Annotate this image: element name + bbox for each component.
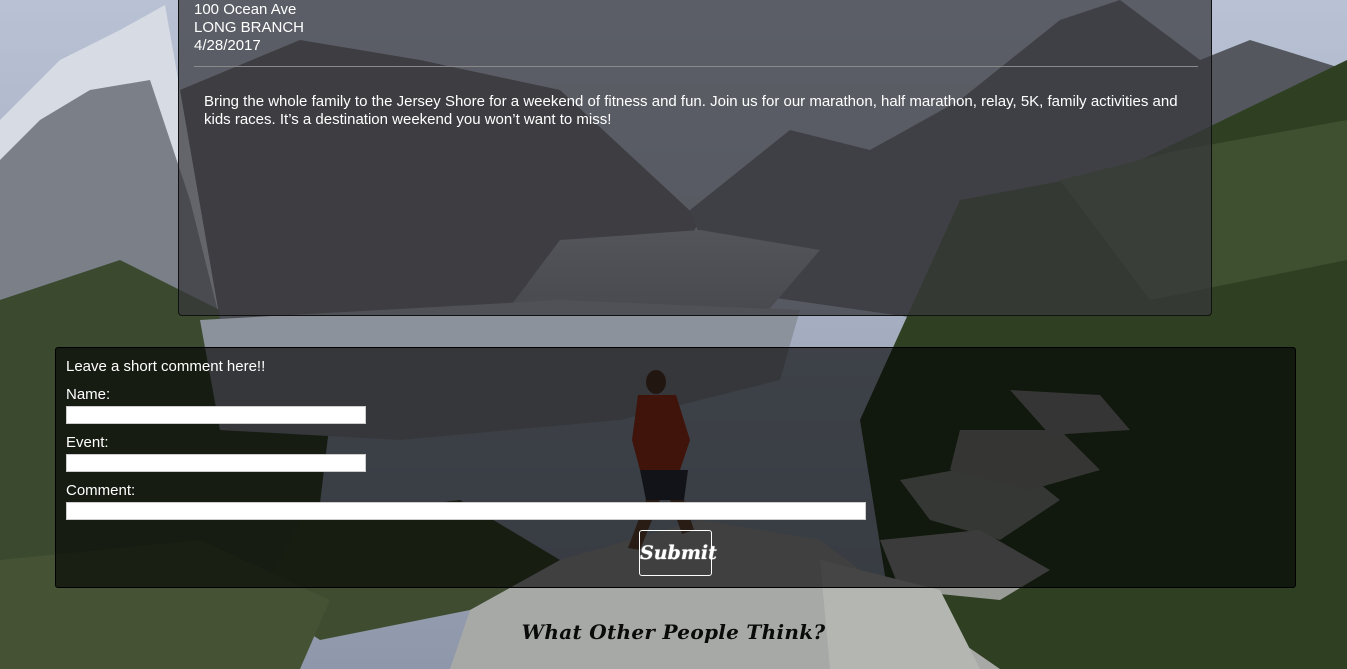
event-street-address: 100 Ocean Ave bbox=[194, 1, 297, 18]
event-date: 4/28/2017 bbox=[194, 37, 261, 54]
event-details-card: 100 Ocean Ave LONG BRANCH 4/28/2017 Brin… bbox=[178, 0, 1212, 316]
reviews-section-title: What Other People Think? bbox=[521, 620, 826, 644]
comment-form-heading: Leave a short comment here!! bbox=[66, 358, 266, 375]
comment-form: Leave a short comment here!! Name: Event… bbox=[55, 347, 1296, 588]
event-description: Bring the whole family to the Jersey Sho… bbox=[204, 93, 1178, 128]
event-label: Event: bbox=[66, 434, 109, 451]
name-field[interactable] bbox=[66, 406, 366, 424]
event-field[interactable] bbox=[66, 454, 366, 472]
name-label: Name: bbox=[66, 386, 111, 403]
event-city: LONG BRANCH bbox=[194, 19, 305, 36]
comment-field[interactable] bbox=[66, 502, 866, 520]
event-location: 100 Ocean Ave LONG BRANCH 4/28/2017 bbox=[194, 1, 304, 55]
comment-label: Comment: bbox=[66, 482, 136, 499]
event-divider bbox=[194, 66, 1198, 67]
submit-button[interactable]: Submit bbox=[639, 530, 717, 576]
